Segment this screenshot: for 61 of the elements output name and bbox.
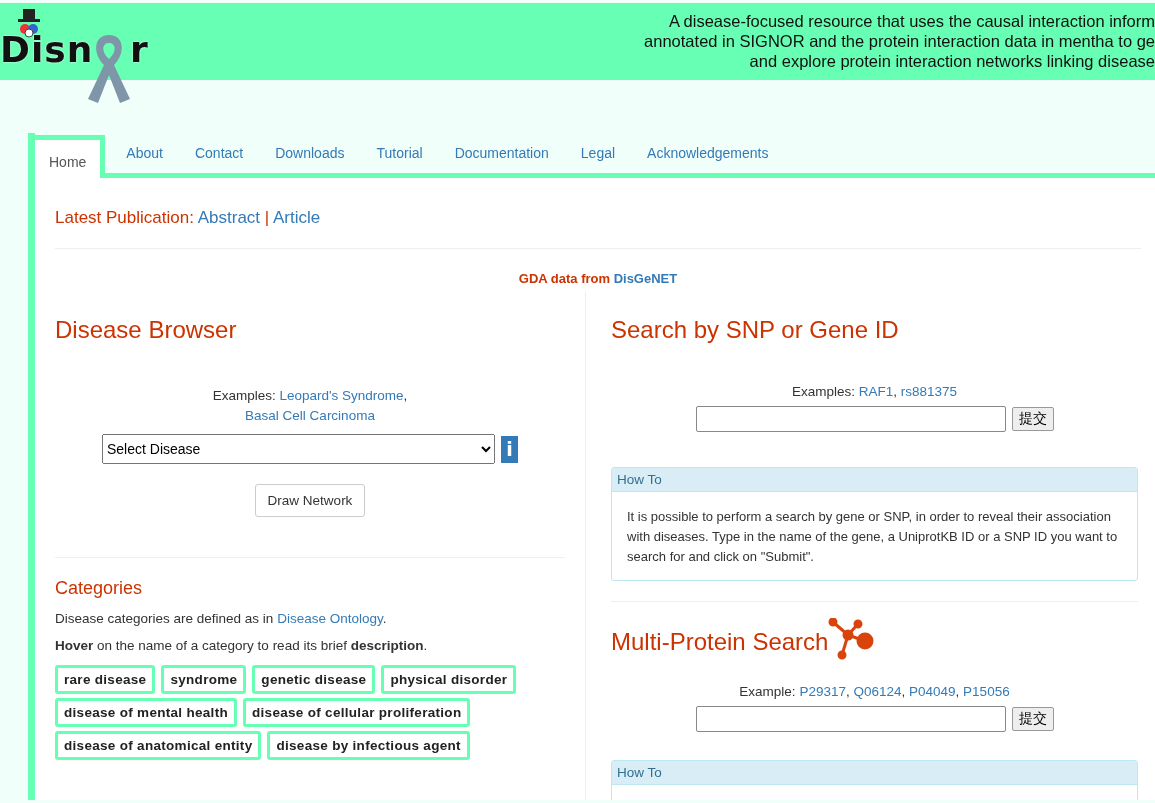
nav-tab[interactable]: Legal [564,135,632,173]
category-tag[interactable]: disease of cellular proliferation [243,698,471,727]
example-link[interactable]: Q06124 [853,684,902,699]
example-link[interactable]: rs881375 [900,384,958,399]
logo[interactable]: Disn r [0,3,160,103]
separator: , [901,684,907,699]
section-title: Multi-Protein Search [611,628,829,656]
publication-label: Latest Publication: [55,208,194,227]
categories-note: Disease categories are defined as in Disease Ontology. [55,611,388,626]
nav-tab[interactable]: Tutorial [360,135,439,173]
info-button[interactable]: i [501,435,518,463]
draw-network-button[interactable]: Draw Network [254,484,366,517]
disease-select[interactable]: Select Disease [102,434,495,464]
submit-button[interactable]: 提交 [1011,407,1054,431]
example-link[interactable]: Leopard's Syndrome [279,388,404,403]
separator: , [955,684,961,699]
examples-label: Example: [739,684,796,699]
ontology-link[interactable]: Disease Ontology [277,611,383,626]
nav-tab[interactable]: Documentation [438,135,565,173]
example-link[interactable]: P29317 [799,684,846,699]
tagline-text: A disease-focused resource that uses the causal interaction inform [668,11,1155,31]
category-tag[interactable]: disease of mental health [55,698,237,727]
tagline-text: and explore protein interaction networks linking disease [749,51,1155,71]
examples-label: Examples: [791,384,855,399]
panel-title: How To [612,761,1137,785]
tagline-text: annotated in SIGNOR and the protein interaction data in mentha to ge [644,31,1155,51]
examples-label: Examples: [212,388,276,403]
example-link[interactable]: P04049 [909,684,956,699]
separator: , [893,384,898,399]
logo-text: Disn [0,29,94,70]
gene-input[interactable] [695,406,1006,432]
category-tag[interactable]: physical disorder [381,665,517,694]
nav-tab[interactable]: Contact [178,135,260,173]
network-icon [828,618,875,660]
abstract-link[interactable]: Abstract [197,208,261,227]
section-title: Disease Browser [55,316,238,344]
category-tag[interactable]: genetic disease [252,665,376,694]
source-label: GDA data from [518,271,610,286]
protein-input[interactable] [695,706,1006,732]
nav-tab[interactable]: Home [35,135,106,178]
category-tag[interactable]: syndrome [161,665,247,694]
example-link[interactable]: P15056 [963,684,1010,699]
panel-title: How To [612,468,1137,492]
section-title: Search by SNP or Gene ID [611,316,900,344]
nav-tab[interactable]: Acknowledgements [631,135,785,173]
article-link[interactable]: Article [273,208,321,227]
separator: , [845,684,851,699]
hover-hint: Hover on the name of a category to read its brief description. [55,638,429,653]
panel-text: It is possible to perform a search by gene or SNP, in order to reveal their association with diseases. Type in the name of the gene, a UniprotKB ID or a SNP ID you want to search for and click on "Submit". [626,508,1119,566]
category-tag[interactable]: disease of anatomical entity [55,731,262,760]
separator: | [264,208,270,227]
logo-text: r [130,29,149,70]
category-tag[interactable]: disease by infectious agent [267,731,470,760]
source-link[interactable]: DisGeNET [613,271,678,286]
nav-tab[interactable]: About [110,135,179,173]
separator: , [403,388,408,403]
example-link[interactable]: Basal Cell Carcinoma [245,408,375,423]
section-title: Categories [55,578,144,599]
nav-tab[interactable]: Downloads [259,135,361,173]
category-tag[interactable]: rare disease [55,665,156,694]
submit-button[interactable]: 提交 [1011,707,1054,731]
